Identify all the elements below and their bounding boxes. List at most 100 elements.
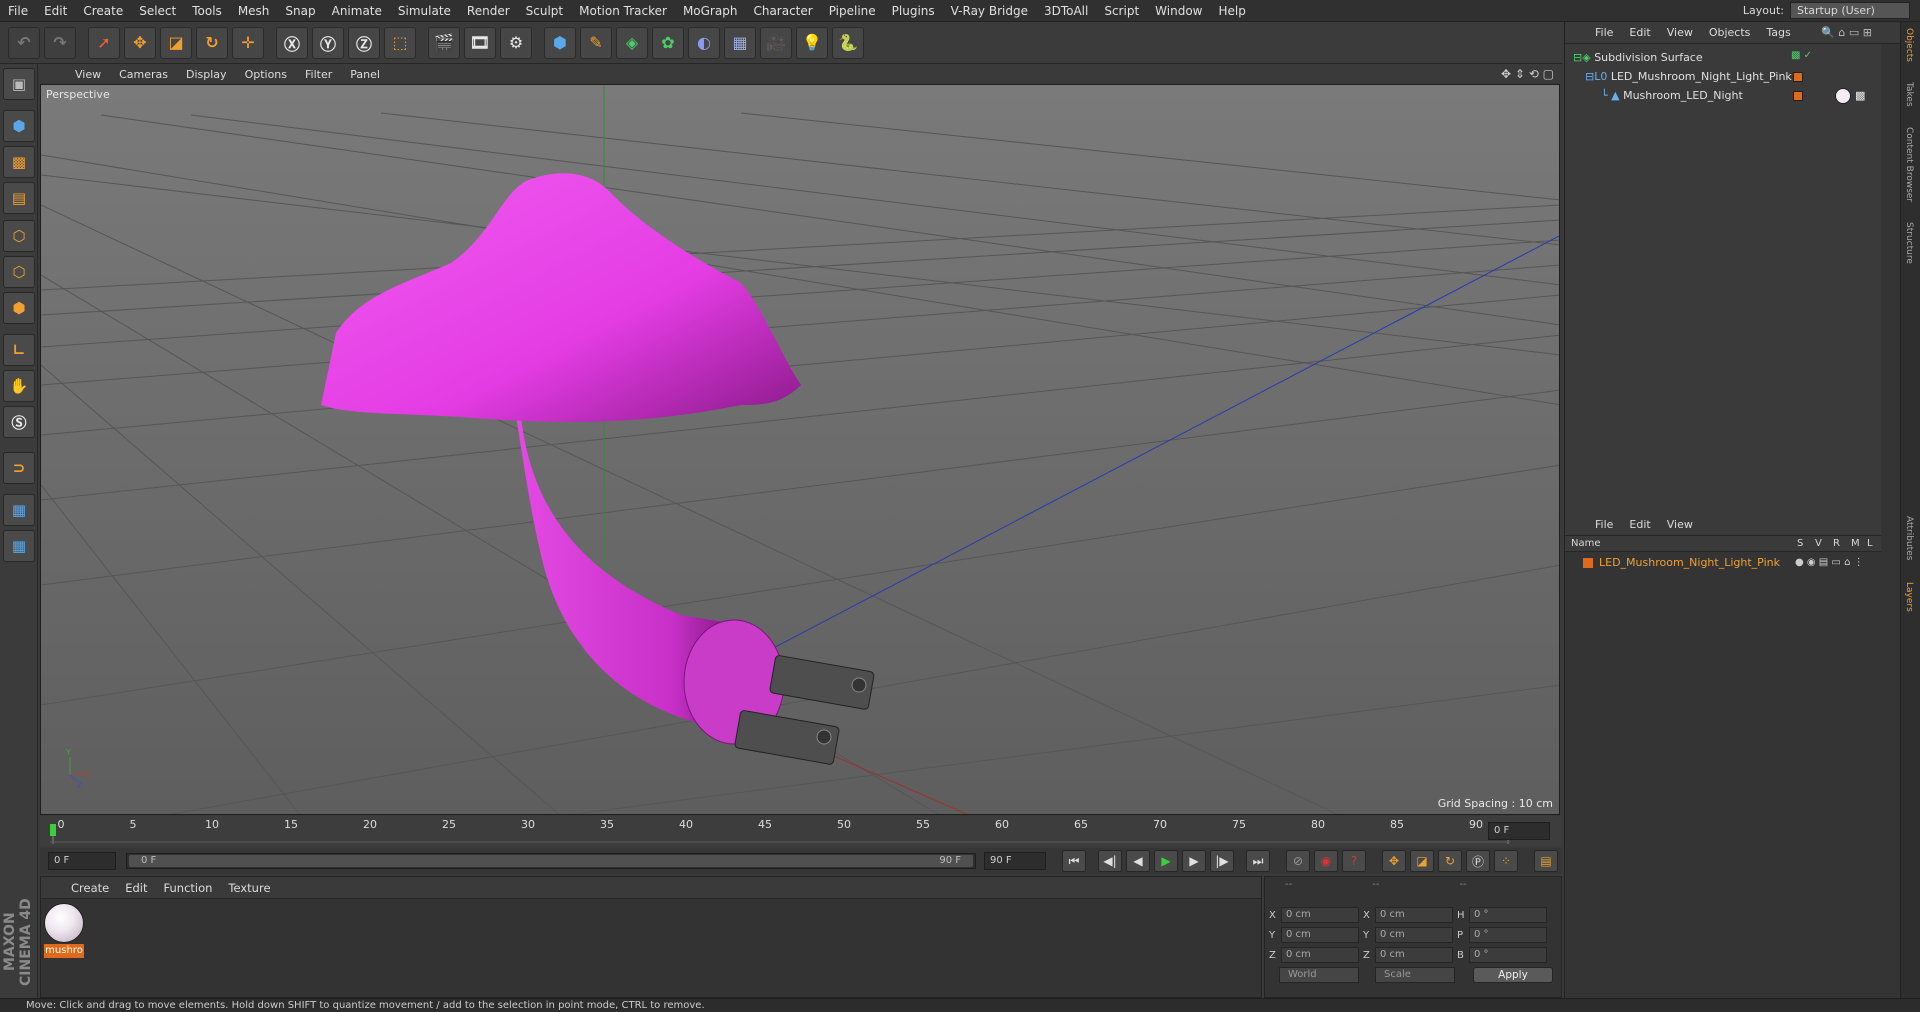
menu-mograph[interactable]: MoGraph [675, 0, 746, 22]
side-tab-layers[interactable]: Layers [1904, 582, 1914, 612]
object-manager-tools-icon[interactable]: 🔍 ⌂ ▭ ⊞ [1821, 26, 1872, 39]
position-x-field[interactable]: 0 cm [1281, 907, 1359, 923]
position-z-field[interactable]: 0 cm [1281, 947, 1359, 963]
light-icon[interactable]: 💡 [796, 26, 828, 59]
apply-button[interactable]: Apply [1473, 967, 1553, 983]
go-to-start-icon[interactable]: ⏮ [1062, 850, 1086, 872]
side-tab-content-browser[interactable]: Content Browser [1904, 127, 1914, 202]
material-menu-edit[interactable]: Edit [117, 881, 155, 895]
frame-range-slider[interactable]: 0 F 90 F [126, 853, 976, 869]
key-position-icon[interactable]: ✥ [1382, 850, 1406, 872]
menu-file[interactable]: File [0, 0, 36, 22]
render-view-icon[interactable]: 🎬 [428, 26, 460, 59]
object-row[interactable]: ⊟L0 LED_Mushroom_Night_Light_Pink [1585, 68, 1792, 86]
material-swatch[interactable]: mushro [44, 903, 84, 959]
rotate-icon[interactable]: ↻ [196, 26, 228, 59]
menu-simulate[interactable]: Simulate [390, 0, 459, 22]
edges-mode-icon[interactable]: ⬡ [3, 256, 35, 288]
play-icon[interactable]: ▶ [1154, 850, 1178, 872]
layer-menu-file[interactable]: File [1587, 518, 1621, 531]
viewport-menu-options[interactable]: Options [236, 68, 296, 81]
end-frame-field[interactable]: 90 F [984, 852, 1046, 870]
layer-row[interactable]: LED_Mushroom_Night_Light_Pink ● ◉ ▤ ▭ ⌂ … [1565, 554, 1881, 572]
side-tab-attributes[interactable]: Attributes [1904, 516, 1914, 560]
side-tab-objects[interactable]: Objects [1904, 28, 1914, 62]
key-pla-icon[interactable]: ⁘ [1494, 850, 1518, 872]
menu-3dtoall[interactable]: 3DToAll [1036, 0, 1096, 22]
menu-window[interactable]: Window [1147, 0, 1210, 22]
make-editable-icon[interactable]: ▣ [3, 68, 35, 100]
autokey-icon[interactable]: ◉ [1314, 850, 1338, 872]
material-tag-icon[interactable] [1835, 88, 1851, 104]
lock-workplane-icon[interactable]: ▦ [3, 494, 35, 526]
menu-render[interactable]: Render [459, 0, 518, 22]
timeline-window-icon[interactable]: ▤ [1534, 850, 1558, 872]
snap-icon[interactable]: Ⓢ [3, 406, 35, 438]
cube-icon[interactable]: ⬢ [544, 26, 576, 59]
menu-pipeline[interactable]: Pipeline [821, 0, 884, 22]
redo-icon[interactable]: ↷ [44, 26, 76, 59]
coord-mode-dropdown[interactable]: World [1279, 967, 1359, 983]
timeline-ruler[interactable]: 0 5 10 15 20 25 30 35 40 45 50 55 60 65 … [40, 816, 1562, 846]
coord-scale-dropdown[interactable]: Scale [1375, 967, 1455, 983]
object-menu-edit[interactable]: Edit [1621, 26, 1658, 39]
material-menu-texture[interactable]: Texture [220, 881, 278, 895]
menu-select[interactable]: Select [131, 0, 184, 22]
menu-vray-bridge[interactable]: V-Ray Bridge [943, 0, 1036, 22]
tweak-mode-icon[interactable]: ✋ [3, 370, 35, 402]
material-menu-create[interactable]: Create [63, 881, 117, 895]
material-menu-function[interactable]: Function [156, 881, 221, 895]
menu-plugins[interactable]: Plugins [884, 0, 943, 22]
current-frame-field[interactable]: 0 F [1488, 822, 1550, 840]
size-z-field[interactable]: 0 cm [1375, 947, 1453, 963]
menu-motion-tracker[interactable]: Motion Tracker [571, 0, 675, 22]
scale-icon[interactable]: ◪ [160, 26, 192, 59]
python-icon[interactable]: 🐍 [832, 26, 864, 59]
y-axis-icon[interactable]: Ⓨ [312, 26, 344, 59]
key-scale-icon[interactable]: ◪ [1410, 850, 1434, 872]
menu-edit[interactable]: Edit [36, 0, 75, 22]
key-rotation-icon[interactable]: ↻ [1438, 850, 1462, 872]
object-flags[interactable]: ▩ ✓ [1791, 50, 1812, 61]
layer-toggles-icon[interactable]: ● ◉ ▤ ▭ ⌂ ⋮ [1795, 554, 1864, 572]
rotation-p-field[interactable]: 0 ° [1469, 927, 1547, 943]
polygons-mode-icon[interactable]: ⬢ [3, 292, 35, 324]
object-menu-file[interactable]: File [1587, 26, 1621, 39]
menu-mesh[interactable]: Mesh [230, 0, 278, 22]
texture-mode-icon[interactable]: ▩ [3, 146, 35, 178]
side-tab-takes[interactable]: Takes [1904, 82, 1914, 107]
object-row[interactable]: ⊟◈ Subdivision Surface [1573, 49, 1703, 67]
previous-key-icon[interactable]: ◀| [1098, 850, 1122, 872]
key-parameter-icon[interactable]: Ⓟ [1466, 850, 1490, 872]
keyframe-selection-icon[interactable]: ? [1342, 850, 1366, 872]
cloner-icon[interactable]: ✿ [652, 26, 684, 59]
render-picture-viewer-icon[interactable]: 🎞 [464, 26, 496, 59]
select-cursor-icon[interactable]: ➚ [88, 26, 120, 59]
z-axis-icon[interactable]: Ⓩ [348, 26, 380, 59]
position-y-field[interactable]: 0 cm [1281, 927, 1359, 943]
layer-color-tag[interactable] [1793, 72, 1803, 82]
move-icon[interactable]: ✥ [124, 26, 156, 59]
coordinate-system-icon[interactable]: ⬚ [384, 26, 416, 59]
menu-animate[interactable]: Animate [324, 0, 390, 22]
undo-icon[interactable]: ↶ [8, 26, 40, 59]
viewport-menu-filter[interactable]: Filter [296, 68, 341, 81]
camera-icon[interactable]: 🎥 [760, 26, 792, 59]
size-y-field[interactable]: 0 cm [1375, 927, 1453, 943]
menu-script[interactable]: Script [1096, 0, 1147, 22]
grid-workplane-icon[interactable]: ▦ [3, 530, 35, 562]
menu-sculpt[interactable]: Sculpt [518, 0, 571, 22]
menu-tools[interactable]: Tools [184, 0, 230, 22]
layer-menu-view[interactable]: View [1659, 518, 1701, 531]
menu-create[interactable]: Create [75, 0, 131, 22]
object-menu-view[interactable]: View [1659, 26, 1701, 39]
next-frame-icon[interactable]: ▶ [1182, 850, 1206, 872]
record-keys-icon[interactable]: ⊘ [1286, 850, 1310, 872]
floor-icon[interactable]: ▦ [724, 26, 756, 59]
transform-icon[interactable]: ✛ [232, 26, 264, 59]
object-menu-objects[interactable]: Objects [1701, 26, 1759, 39]
viewport-menu-view[interactable]: View [66, 68, 110, 81]
viewport-nav-icons[interactable]: ✥ ⇕ ⟲ ▢ [1501, 67, 1554, 81]
next-key-icon[interactable]: |▶ [1210, 850, 1234, 872]
previous-frame-icon[interactable]: ◀ [1126, 850, 1150, 872]
